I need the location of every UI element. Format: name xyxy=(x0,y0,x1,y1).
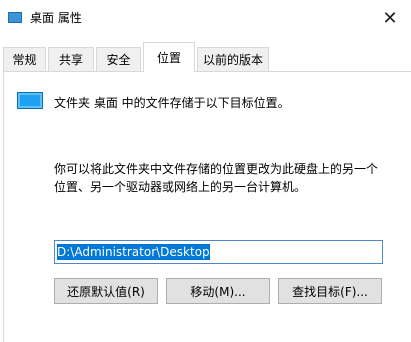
desktop-folder-icon xyxy=(17,92,43,109)
move-button[interactable]: 移动(M)... xyxy=(166,278,270,304)
title-bar: 桌面 属性 ✕ xyxy=(0,0,411,38)
tab-sharing[interactable]: 共享 xyxy=(48,47,94,71)
close-button[interactable]: ✕ xyxy=(369,0,411,38)
tab-location[interactable]: 位置 xyxy=(143,42,195,72)
location-path-input[interactable]: D:\Administrator\Desktop xyxy=(54,240,383,264)
location-description: 你可以将此文件夹中文件存储的位置更改为此硬盘上的另一个 位置、另一个驱动器或网络… xyxy=(54,160,399,196)
find-target-button[interactable]: 查找目标(F)... xyxy=(278,278,382,304)
location-path-value: D:\Administrator\Desktop xyxy=(57,244,210,260)
tab-general[interactable]: 常规 xyxy=(3,47,46,71)
close-icon: ✕ xyxy=(382,8,398,29)
tab-previous-versions[interactable]: 以前的版本 xyxy=(197,47,269,71)
description-line-1: 你可以将此文件夹中文件存储的位置更改为此硬盘上的另一个 xyxy=(54,162,379,176)
description-line-2: 位置、另一个驱动器或网络上的另一台计算机。 xyxy=(54,180,307,194)
tab-strip: 常规 共享 安全 位置 以前的版本 xyxy=(0,42,411,72)
location-info-text: 文件夹 桌面 中的文件存储于以下目标位置。 xyxy=(54,96,290,110)
restore-default-button[interactable]: 还原默认值(R) xyxy=(54,278,158,304)
window-title: 桌面 属性 xyxy=(30,11,82,25)
folder-icon xyxy=(8,12,22,23)
tab-security[interactable]: 安全 xyxy=(96,47,141,71)
